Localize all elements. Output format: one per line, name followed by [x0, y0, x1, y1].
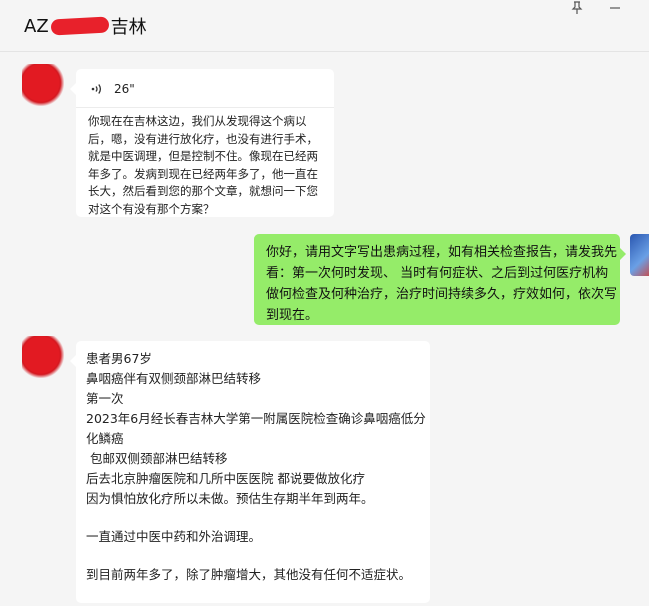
received-message-bubble[interactable]: 患者男67岁 鼻咽癌伴有双侧颈部淋巴结转移 第一次 2023年6月经长春吉林大学…	[70, 341, 430, 603]
message-line: 第一次	[86, 391, 124, 406]
voice-divider	[76, 107, 334, 108]
message-line: 后去北京肿瘤医院和几所中医医院 都说要做放化疗	[86, 471, 365, 486]
chat-title-suffix: 吉林	[110, 17, 147, 38]
voice-wave-icon	[91, 84, 102, 94]
chat-header: AZ 吉林	[0, 0, 649, 52]
message-line: 2023年6月经长春吉林大学第一附属医院检查确诊鼻咽癌低分化鳞癌	[86, 411, 426, 446]
chat-title-prefix: AZ	[24, 15, 49, 37]
message-line: 一直通过中医中药和外治调理。	[86, 529, 262, 544]
message-blank-line	[86, 509, 426, 527]
message-line: 鼻咽癌伴有双侧颈部淋巴结转移	[86, 371, 262, 386]
message-line: 到目前两年多了，除了肿瘤增大，其他没有任何不适症状。	[86, 567, 412, 582]
self-avatar[interactable]	[630, 234, 649, 276]
voice-play-control[interactable]: 26"	[90, 81, 135, 97]
minimize-icon[interactable]	[608, 1, 622, 15]
message-line: 因为惧怕放化疗所以未做。预估生存期半年到两年。	[86, 491, 374, 506]
message-line: 包邮双侧颈部淋巴结转移	[86, 451, 228, 466]
contact-avatar[interactable]	[22, 336, 64, 378]
title-redaction-mark	[50, 16, 110, 36]
voice-message-bubble[interactable]: 26" 你现在在吉林这边，我们从发现得这个病以后，嗯，没有进行放化疗，也没有进行…	[70, 69, 334, 217]
sent-message-bubble[interactable]: 你好，请用文字写出患病过程，如有相关检查报告，请发我先看：第一次何时发现、 当时…	[254, 234, 626, 325]
contact-avatar[interactable]	[22, 64, 64, 106]
pin-icon[interactable]	[570, 1, 584, 15]
message-line: 患者男67岁	[86, 351, 152, 366]
sent-message-text: 你好，请用文字写出患病过程，如有相关检查报告，请发我先看：第一次何时发现、 当时…	[266, 245, 618, 323]
voice-transcript: 你现在在吉林这边，我们从发现得这个病以后，嗯，没有进行放化疗，也没有进行手术，就…	[88, 114, 318, 216]
message-blank-line	[86, 547, 426, 565]
chat-title: AZ 吉林	[24, 14, 147, 39]
voice-duration: 26"	[114, 82, 135, 96]
received-message-text: 患者男67岁 鼻咽癌伴有双侧颈部淋巴结转移 第一次 2023年6月经长春吉林大学…	[86, 349, 426, 585]
